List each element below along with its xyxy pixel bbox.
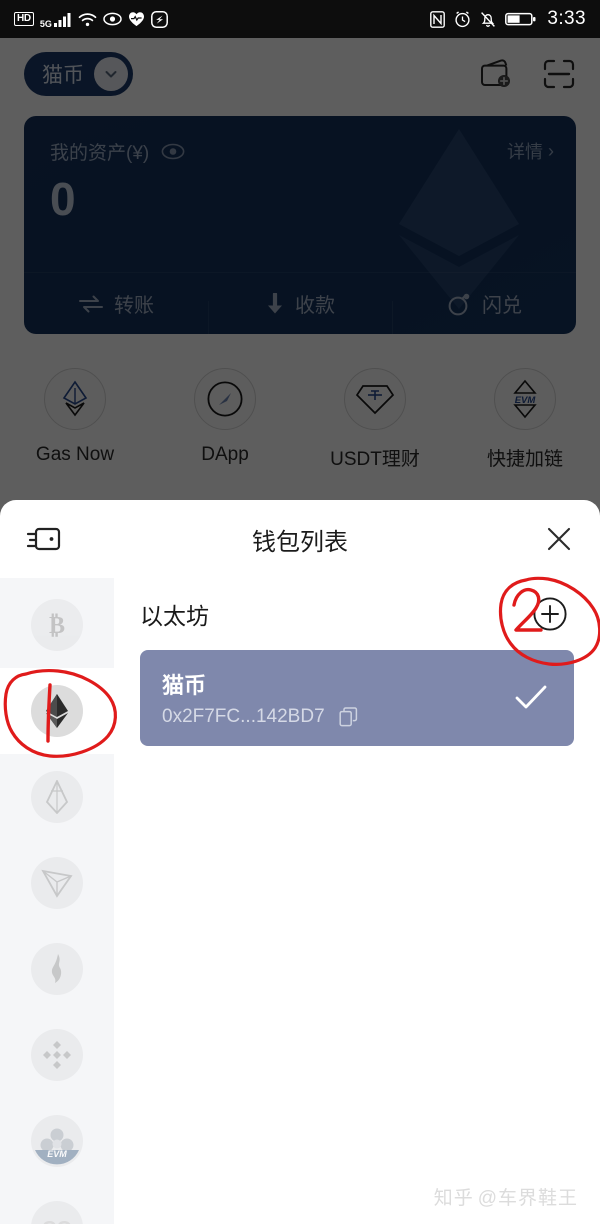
wallet-item-texts: 猫币 0x2F7FC...142BD7 (162, 668, 359, 728)
more-chain-icon: CO (31, 1201, 83, 1224)
heco-flame-icon (31, 943, 83, 995)
ethereum-icon (31, 685, 83, 737)
wallet-item-address: 0x2F7FC...142BD7 (162, 706, 325, 727)
close-icon[interactable] (544, 524, 574, 554)
chain-item-heco[interactable] (0, 926, 114, 1012)
5g-label-icon: 5G (39, 18, 52, 29)
status-bar: HD 5G 3:33 (0, 0, 600, 38)
sheet-body: ₿ EVM 以太坊 猫币 0x2F7FC...142BD7 (0, 578, 600, 1224)
battery-icon (505, 11, 536, 27)
signal-bars-icon (53, 12, 72, 27)
app-badge-icon (150, 10, 168, 28)
alarm-clock-icon (454, 10, 471, 28)
wallet-item-name: 猫币 (162, 673, 207, 698)
mute-bell-icon (480, 11, 496, 28)
chain-item-okc-evm[interactable]: EVM (0, 1098, 114, 1184)
status-bar-clock: 3:33 (547, 8, 586, 29)
eye-icon (103, 12, 122, 26)
wallet-item-address-row: 0x2F7FC...142BD7 (162, 706, 359, 728)
add-wallet-plus-button[interactable] (532, 596, 568, 632)
zhihu-watermark: 知乎 @车界鞋王 (434, 1183, 578, 1210)
tron-icon (31, 857, 83, 909)
status-bar-left-icons: HD 5G (14, 10, 168, 29)
svg-text:EVM: EVM (47, 1149, 67, 1159)
chain-item-binance[interactable] (0, 1012, 114, 1098)
svg-text:CO: CO (42, 1218, 72, 1224)
check-icon (514, 684, 548, 712)
bitcoin-icon: ₿ (31, 599, 83, 651)
wallet-list-item[interactable]: 猫币 0x2F7FC...142BD7 (140, 650, 574, 746)
watermark-author: @车界鞋王 (477, 1188, 578, 1209)
chain-item-bitcoin[interactable]: ₿ (0, 582, 114, 668)
nfc-icon (430, 10, 446, 28)
svg-text:₿: ₿ (49, 613, 65, 639)
wallet-panel: 以太坊 猫币 0x2F7FC...142BD7 (114, 578, 600, 1224)
phone-screen: HD 5G 3:33 钱包列表 ₿ EVM 以太坊 猫币 0x2F7FC...1… (0, 0, 600, 1224)
chain-item-more[interactable]: CO (0, 1184, 114, 1224)
wifi-icon (78, 12, 97, 27)
copy-icon[interactable] (339, 707, 359, 727)
chain-section-header: 以太坊 (114, 578, 600, 650)
status-bar-right-icons: 3:33 (430, 8, 586, 30)
sheet-title: 钱包列表 (252, 528, 348, 556)
okc-evm-icon: EVM (31, 1115, 83, 1167)
chain-item-ethereum[interactable] (0, 668, 114, 754)
eos-icon (31, 771, 83, 823)
binance-icon (31, 1029, 83, 1081)
wallet-list-sheet: 钱包列表 ₿ EVM 以太坊 猫币 0x2F7FC...142BD7 (0, 500, 600, 1224)
chain-item-tron[interactable] (0, 840, 114, 926)
chain-rail: ₿ EVM (0, 578, 114, 1224)
sheet-header: 钱包列表 (0, 500, 600, 578)
hd-badge-icon: HD (14, 12, 34, 26)
heart-health-icon (128, 11, 145, 27)
watermark-source: 知乎 (433, 1188, 474, 1209)
chain-section-name: 以太坊 (140, 603, 209, 629)
chain-item-eos[interactable] (0, 754, 114, 840)
